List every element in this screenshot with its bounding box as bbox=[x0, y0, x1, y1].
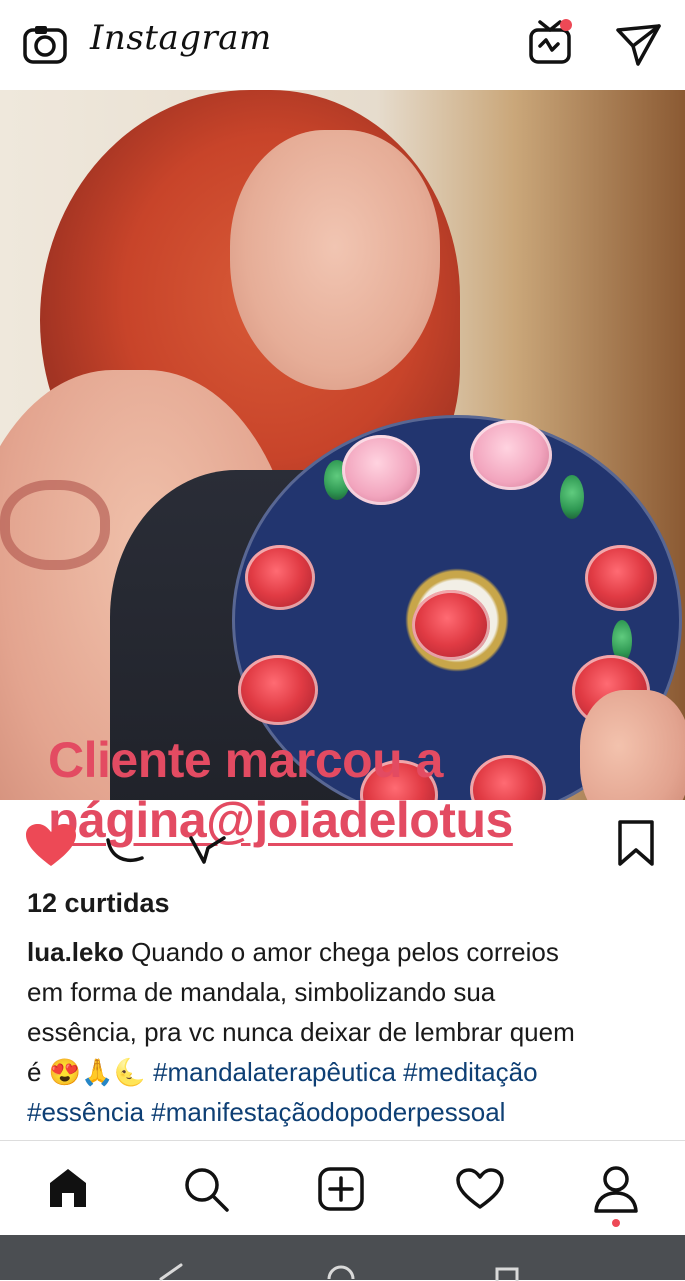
mandala-leaf bbox=[560, 475, 584, 519]
overlay-line-1: Cliente marcou a bbox=[48, 732, 443, 788]
caption-hashtags-1[interactable]: #mandalaterapêutica #meditação bbox=[153, 1057, 537, 1087]
android-navigation-bar bbox=[0, 1235, 685, 1281]
search-icon[interactable] bbox=[180, 1163, 232, 1215]
post-photo[interactable] bbox=[0, 90, 685, 800]
profile-icon bbox=[594, 1166, 638, 1213]
likes-count[interactable]: 12 curtidas bbox=[27, 888, 170, 919]
profile-notification-dot bbox=[612, 1219, 620, 1227]
caption-username[interactable]: lua.leko bbox=[27, 937, 124, 967]
notification-dot bbox=[560, 19, 572, 31]
caption-text-4: é bbox=[27, 1057, 42, 1087]
mandala-rose bbox=[342, 435, 420, 505]
profile-button[interactable] bbox=[588, 1161, 644, 1227]
home-icon[interactable] bbox=[44, 1165, 92, 1211]
activity-heart-icon[interactable] bbox=[454, 1167, 506, 1211]
home-circle-icon[interactable] bbox=[324, 1257, 358, 1281]
direct-send-icon[interactable] bbox=[614, 22, 664, 68]
back-icon[interactable] bbox=[155, 1261, 185, 1281]
bottom-navigation bbox=[0, 1140, 685, 1236]
caption-hashtags-2[interactable]: #essência #manifestaçãodopoderpessoal bbox=[27, 1092, 662, 1132]
caption-emojis: 😍🙏🌜 bbox=[48, 1057, 146, 1087]
mandala-rose bbox=[245, 545, 315, 610]
mandala-center-rose bbox=[412, 590, 490, 660]
heart-filled-icon[interactable] bbox=[24, 822, 78, 868]
recents-square-icon[interactable] bbox=[492, 1261, 522, 1281]
mandala-rose bbox=[585, 545, 657, 611]
comment-icon[interactable] bbox=[104, 836, 148, 866]
caption-line-2: em forma de mandala, simbolizando sua bbox=[27, 977, 496, 1007]
post-caption: lua.leko Quando o amor chega pelos corre… bbox=[27, 932, 662, 1146]
share-icon[interactable] bbox=[188, 834, 228, 866]
add-post-icon[interactable] bbox=[316, 1165, 366, 1213]
camera-icon[interactable] bbox=[22, 24, 68, 66]
caption-line-4: é 😍🙏🌜 #mandalaterapêutica #meditação bbox=[27, 1052, 662, 1092]
mandala-rose bbox=[470, 420, 552, 490]
top-bar: Instagram bbox=[0, 0, 685, 90]
mandala-rose bbox=[238, 655, 318, 725]
instagram-logo: Instagram bbox=[90, 18, 272, 58]
photo-face bbox=[230, 130, 440, 390]
igtv-button[interactable] bbox=[526, 16, 576, 68]
caption-text-1: Quando o amor chega pelos correios bbox=[131, 937, 559, 967]
caption-line-1: lua.leko Quando o amor chega pelos corre… bbox=[27, 932, 662, 972]
post-overlay-text: Cliente marcou a página@joiadelotus bbox=[48, 730, 668, 850]
bookmark-icon[interactable] bbox=[616, 818, 656, 868]
caption-line-3: essência, pra vc nunca deixar de lembrar… bbox=[27, 1017, 575, 1047]
photo-tattoo bbox=[0, 480, 110, 570]
